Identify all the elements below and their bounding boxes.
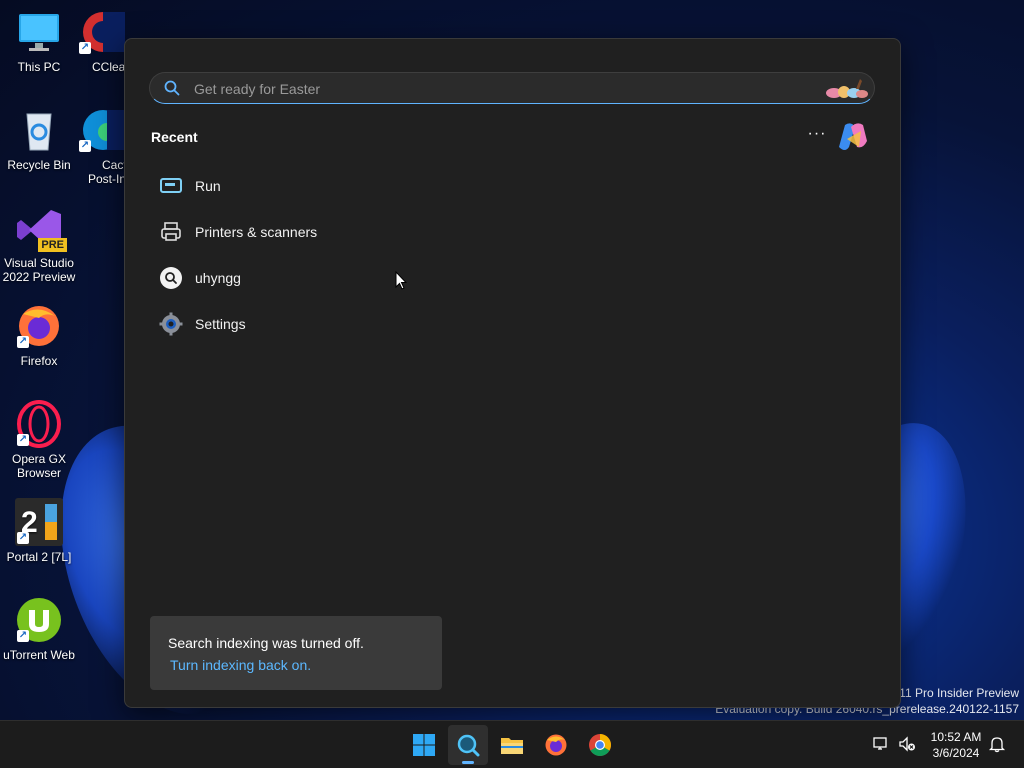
firefox-icon bbox=[545, 734, 567, 756]
edge-icon: ↗ bbox=[77, 106, 125, 154]
recent-list: Run Printers & scanners uhyngg Settings bbox=[151, 163, 651, 347]
search-box[interactable] bbox=[149, 72, 875, 104]
chrome-taskbar-button[interactable] bbox=[580, 725, 620, 765]
firefox-icon: ↗ bbox=[15, 302, 63, 350]
clock-time: 10:52 AM bbox=[930, 730, 982, 744]
notification-bell-icon[interactable] bbox=[988, 735, 1006, 753]
more-options-button[interactable]: ··· bbox=[805, 125, 829, 147]
desktop-icon-label-line1: Cact bbox=[102, 158, 127, 172]
desktop-icon-label-line2: Browser bbox=[16, 466, 61, 480]
desktop-icon-visual-studio[interactable]: PRE Visual Studio 2022 Preview bbox=[0, 204, 78, 284]
desktop-icon-portal2[interactable]: 2 ↗ Portal 2 [7L] bbox=[0, 498, 78, 564]
visual-studio-icon: PRE bbox=[15, 204, 67, 252]
desktop-icon-label-line2: Post-In bbox=[88, 172, 127, 186]
recent-item-label: uhyngg bbox=[195, 270, 241, 286]
indexing-notice: Search indexing was turned off. Turn ind… bbox=[150, 616, 442, 690]
chrome-icon bbox=[589, 734, 611, 756]
search-taskbar-button[interactable] bbox=[448, 725, 488, 765]
recent-item-label: Printers & scanners bbox=[195, 224, 318, 240]
recent-item-printers[interactable]: Printers & scanners bbox=[151, 209, 651, 255]
desktop-icon-utorrent[interactable]: ↗ uTorrent Web bbox=[0, 596, 78, 662]
pre-badge: PRE bbox=[38, 238, 67, 252]
printer-icon bbox=[159, 220, 183, 244]
desktop-icon-label: Recycle Bin bbox=[7, 158, 71, 172]
desktop-icon-label: uTorrent Web bbox=[3, 648, 75, 662]
file-explorer-button[interactable] bbox=[492, 725, 532, 765]
network-icon[interactable] bbox=[872, 735, 890, 753]
easter-highlight-icon[interactable] bbox=[824, 77, 870, 99]
gear-icon bbox=[159, 312, 183, 336]
shortcut-arrow-icon: ↗ bbox=[17, 532, 29, 544]
search-icon bbox=[164, 80, 180, 96]
utorrent-icon: ↗ bbox=[15, 596, 63, 644]
desktop-icon-edge[interactable]: ↗ Cact Post-In bbox=[72, 106, 130, 186]
turn-indexing-on-link[interactable]: Turn indexing back on. bbox=[170, 657, 311, 673]
desktop-icon-label-line1: Visual Studio bbox=[4, 256, 74, 270]
search-icon bbox=[457, 734, 480, 757]
shortcut-arrow-icon: ↗ bbox=[79, 140, 91, 152]
desktop-icon-opera-gx[interactable]: ↗ Opera GX Browser bbox=[0, 400, 78, 480]
opera-gx-icon: ↗ bbox=[15, 400, 63, 448]
active-indicator bbox=[462, 761, 474, 764]
recent-heading: Recent bbox=[151, 129, 198, 145]
clock-date: 3/6/2024 bbox=[932, 746, 980, 760]
windows-logo-icon bbox=[413, 734, 435, 756]
folder-icon bbox=[501, 738, 523, 754]
taskbar: 10:52 AM 3/6/2024 bbox=[0, 720, 1024, 768]
firefox-taskbar-button[interactable] bbox=[536, 725, 576, 765]
search-panel: Recent ··· Run Printers & scanners uhyng… bbox=[124, 38, 901, 708]
desktop-icon-label-line2: 2022 Preview bbox=[2, 270, 76, 284]
desktop-icon-this-pc[interactable]: This PC bbox=[0, 8, 78, 74]
desktop-icon-label: Portal 2 [7L] bbox=[6, 550, 72, 564]
recent-item-label: Run bbox=[195, 178, 221, 194]
indexing-notice-message: Search indexing was turned off. bbox=[168, 635, 364, 651]
search-input[interactable] bbox=[192, 77, 796, 101]
shortcut-arrow-icon: ↗ bbox=[79, 42, 91, 54]
desktop-icon-label: Firefox bbox=[20, 354, 58, 368]
mouse-cursor bbox=[395, 270, 408, 291]
search-icon bbox=[159, 266, 183, 290]
desktop-icons: This PC ↗ CClea Recycle Bin ↗ Cact Post-… bbox=[0, 0, 130, 720]
monitor-icon bbox=[15, 8, 63, 56]
run-icon bbox=[159, 174, 183, 198]
desktop-icon-label: CClea bbox=[92, 60, 126, 74]
recent-item-label: Settings bbox=[195, 316, 246, 332]
recent-item-settings[interactable]: Settings bbox=[151, 301, 651, 347]
desktop-icon-ccleaner[interactable]: ↗ CClea bbox=[72, 8, 130, 74]
clock[interactable]: 10:52 AM 3/6/2024 bbox=[928, 729, 984, 761]
shortcut-arrow-icon: ↗ bbox=[17, 630, 29, 642]
portal2-icon: 2 ↗ bbox=[15, 498, 63, 546]
desktop-icon-firefox[interactable]: ↗ Firefox bbox=[0, 302, 78, 368]
recycle-bin-icon bbox=[15, 106, 63, 154]
desktop-icon-label-line1: Opera GX bbox=[11, 452, 67, 466]
start-button[interactable] bbox=[404, 725, 444, 765]
shortcut-arrow-icon: ↗ bbox=[17, 336, 29, 348]
ccleaner-icon: ↗ bbox=[77, 8, 125, 56]
desktop-icon-label: This PC bbox=[17, 60, 61, 74]
recent-item-run[interactable]: Run bbox=[151, 163, 651, 209]
volume-muted-icon[interactable] bbox=[898, 735, 916, 753]
desktop-icon-recycle-bin[interactable]: Recycle Bin bbox=[0, 106, 78, 172]
shortcut-arrow-icon: ↗ bbox=[17, 434, 29, 446]
copilot-icon[interactable] bbox=[837, 121, 871, 153]
